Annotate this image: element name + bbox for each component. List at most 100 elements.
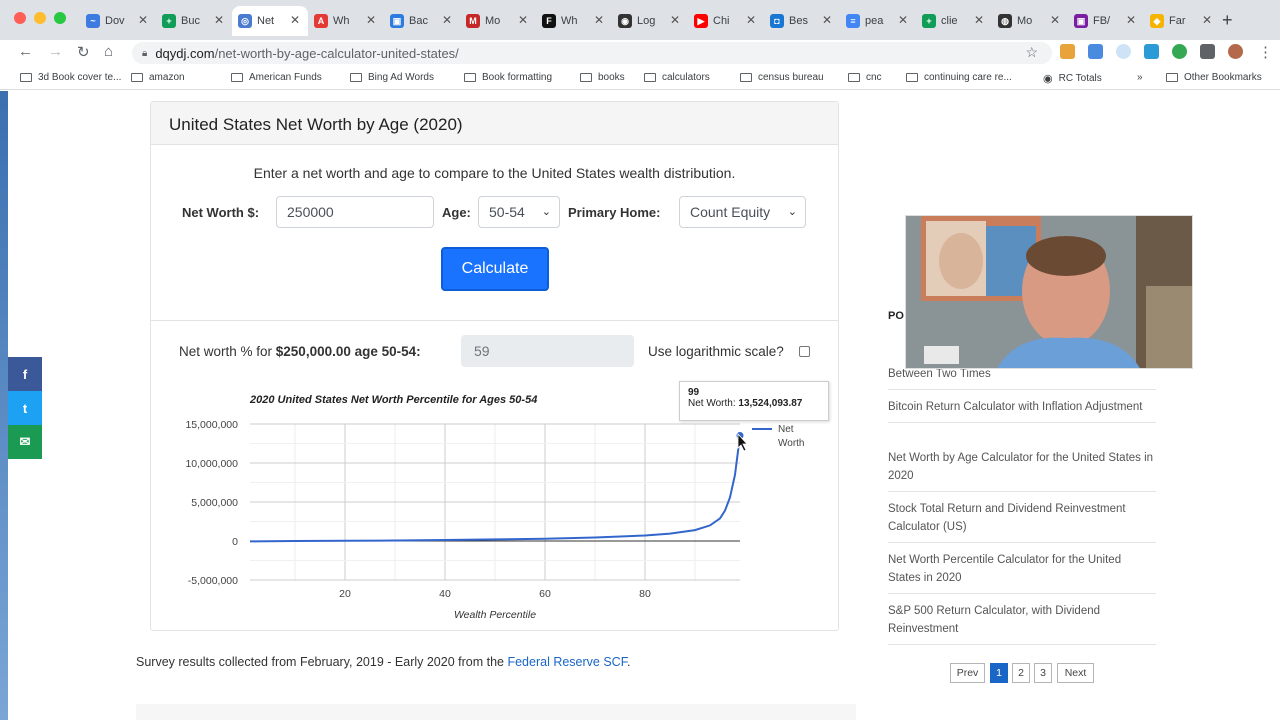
browser-tab[interactable]: + Buc ✕ [156, 6, 232, 36]
bookmark-item[interactable]: cnc [848, 72, 882, 83]
bookmark-star-icon[interactable]: ☆ [1025, 44, 1038, 61]
sidebar-post-link[interactable]: Stock Total Return and Dividend Reinvest… [888, 500, 1156, 543]
new-tab-button[interactable]: + [1222, 10, 1233, 31]
extension-icon[interactable] [1116, 44, 1131, 59]
browser-tab[interactable]: ◆ Far ✕ [1144, 6, 1220, 36]
browser-tab[interactable]: ▣ Bac ✕ [384, 6, 460, 36]
browser-tab[interactable]: ◘ Bes ✕ [764, 6, 840, 36]
extension-icon[interactable] [1088, 44, 1103, 59]
bookmark-item[interactable]: Book formatting [464, 72, 552, 83]
pagination-prev[interactable]: Prev [950, 663, 985, 683]
folder-icon [906, 73, 918, 82]
pagination-next[interactable]: Next [1057, 663, 1094, 683]
federal-reserve-link[interactable]: Federal Reserve SCF [507, 655, 627, 669]
bookmark-label: Other Bookmarks [1184, 72, 1262, 83]
webcam-overlay [905, 215, 1193, 369]
tab-close-icon[interactable]: ✕ [594, 13, 604, 27]
tab-title: Bes [789, 15, 808, 27]
pagination-3[interactable]: 3 [1034, 663, 1052, 683]
tab-close-icon[interactable]: ✕ [746, 13, 756, 27]
tab-close-icon[interactable]: ✕ [138, 13, 148, 27]
pagination-1[interactable]: 1 [990, 663, 1008, 683]
log-scale-checkbox[interactable] [799, 346, 810, 357]
profile-avatar[interactable] [1228, 44, 1243, 59]
bookmark-item[interactable]: Other Bookmarks [1166, 72, 1262, 83]
tab-favicon-icon: ◎ [238, 14, 252, 28]
tab-close-icon[interactable]: ✕ [974, 13, 984, 27]
tab-close-icon[interactable]: ✕ [822, 13, 832, 27]
extensions-puzzle-icon[interactable] [1200, 44, 1215, 59]
tab-close-icon[interactable]: ✕ [366, 13, 376, 27]
primary-home-select[interactable]: Count Equity ⌄ [679, 196, 806, 228]
sidebar-post-link[interactable]: S&P 500 Return Calculator, with Dividend… [888, 602, 1156, 645]
browser-tab[interactable]: M Mo ✕ [460, 6, 536, 36]
browser-tab[interactable]: ▣ FB/ ✕ [1068, 6, 1144, 36]
primary-home-select-value: Count Equity [690, 204, 771, 220]
browser-menu-icon[interactable]: ⋮ [1258, 43, 1273, 61]
bookmark-item[interactable]: American Funds [231, 72, 322, 83]
browser-tab[interactable]: ~ Dov ✕ [80, 6, 156, 36]
tab-close-icon[interactable]: ✕ [1050, 13, 1060, 27]
bookmark-item[interactable]: » [1137, 72, 1143, 83]
tooltip-percentile: 99 [688, 387, 700, 398]
browser-tab[interactable]: ◍ Mo ✕ [992, 6, 1068, 36]
browser-tab[interactable]: + clie ✕ [916, 6, 992, 36]
bookmark-item[interactable]: 3d Book cover te... [20, 72, 121, 83]
minimize-window-button[interactable] [34, 12, 46, 24]
back-arrow-icon[interactable]: ← [18, 43, 33, 60]
browser-tab[interactable]: ▶ Chi ✕ [688, 6, 764, 36]
tab-close-icon[interactable]: ✕ [898, 13, 908, 27]
browser-tab[interactable]: ≡ pea ✕ [840, 6, 916, 36]
content-band [136, 704, 856, 720]
sidebar-post-link[interactable]: Bitcoin Return Calculator with Inflation… [888, 398, 1156, 423]
tab-favicon-icon: ◆ [1150, 14, 1164, 28]
bookmark-item[interactable]: continuing care re... [906, 72, 1012, 83]
pagination-2[interactable]: 2 [1012, 663, 1030, 683]
facebook-share-icon[interactable]: f [8, 357, 42, 391]
sidebar-post-link[interactable]: Net Worth Percentile Calculator for the … [888, 551, 1156, 594]
survey-text: Survey results collected from February, … [136, 655, 508, 669]
bookmark-item[interactable]: amazon [131, 72, 185, 83]
bookmark-item[interactable]: Bing Ad Words [350, 72, 434, 83]
browser-tab[interactable]: ◎ Net ✕ [232, 6, 308, 36]
calculate-button[interactable]: Calculate [441, 247, 549, 291]
reload-icon[interactable]: ↻ [77, 43, 90, 61]
folder-icon [740, 73, 752, 82]
tab-title: Mo [1017, 15, 1033, 27]
bookmark-item[interactable]: calculators [644, 72, 710, 83]
extension-icon[interactable] [1060, 44, 1075, 59]
close-window-button[interactable] [14, 12, 26, 24]
browser-tab[interactable]: ◉ Log ✕ [612, 6, 688, 36]
tab-close-icon[interactable]: ✕ [214, 13, 224, 27]
browser-tab[interactable]: A Wh ✕ [308, 6, 384, 36]
sidebar-post-link[interactable]: Net Worth by Age Calculator for the Unit… [888, 449, 1156, 492]
tab-favicon-icon: F [542, 14, 556, 28]
twitter-share-icon[interactable]: t [8, 391, 42, 425]
bookmark-item[interactable]: census bureau [740, 72, 824, 83]
folder-icon [231, 73, 243, 82]
card-header: United States Net Worth by Age (2020) [151, 102, 838, 145]
tab-close-icon[interactable]: ✕ [1126, 13, 1136, 27]
tab-close-icon[interactable]: ✕ [670, 13, 680, 27]
browser-tab-bar: ~ Dov ✕ + Buc ✕ ◎ Net ✕ A Wh ✕ ▣ Bac ✕ M Mo ✕ F Wh ✕ ◉ Log ✕ ▶ Ch… [0, 0, 1280, 40]
maximize-window-button[interactable] [54, 12, 66, 24]
tab-close-icon[interactable]: ✕ [518, 13, 528, 27]
home-icon[interactable]: ⌂ [104, 43, 113, 60]
address-bar[interactable]: 🔒︎ dqydj.com/net-worth-by-age-calculator… [132, 42, 1052, 64]
tab-favicon-icon: A [314, 14, 328, 28]
tab-close-icon[interactable]: ✕ [442, 13, 452, 27]
bookmark-item[interactable]: books [580, 72, 625, 83]
tab-close-icon[interactable]: ✕ [290, 13, 300, 27]
extension-icon[interactable] [1144, 44, 1159, 59]
tab-favicon-icon: M [466, 14, 480, 28]
email-share-icon[interactable]: ✉ [8, 425, 42, 459]
browser-tab[interactable]: F Wh ✕ [536, 6, 612, 36]
age-select[interactable]: 50-54 ⌄ [478, 196, 560, 228]
tab-close-icon[interactable]: ✕ [1202, 13, 1212, 27]
extension-icon[interactable] [1172, 44, 1187, 59]
net-worth-input[interactable]: 250000 [276, 196, 434, 228]
bookmark-item[interactable]: ◉ RC Totals [1043, 72, 1102, 85]
tooltip-value: 13,524,093.87 [738, 398, 803, 409]
chart-tooltip: 99 Net Worth: 13,524,093.87 [679, 381, 829, 421]
forward-arrow-icon[interactable]: → [48, 43, 63, 60]
